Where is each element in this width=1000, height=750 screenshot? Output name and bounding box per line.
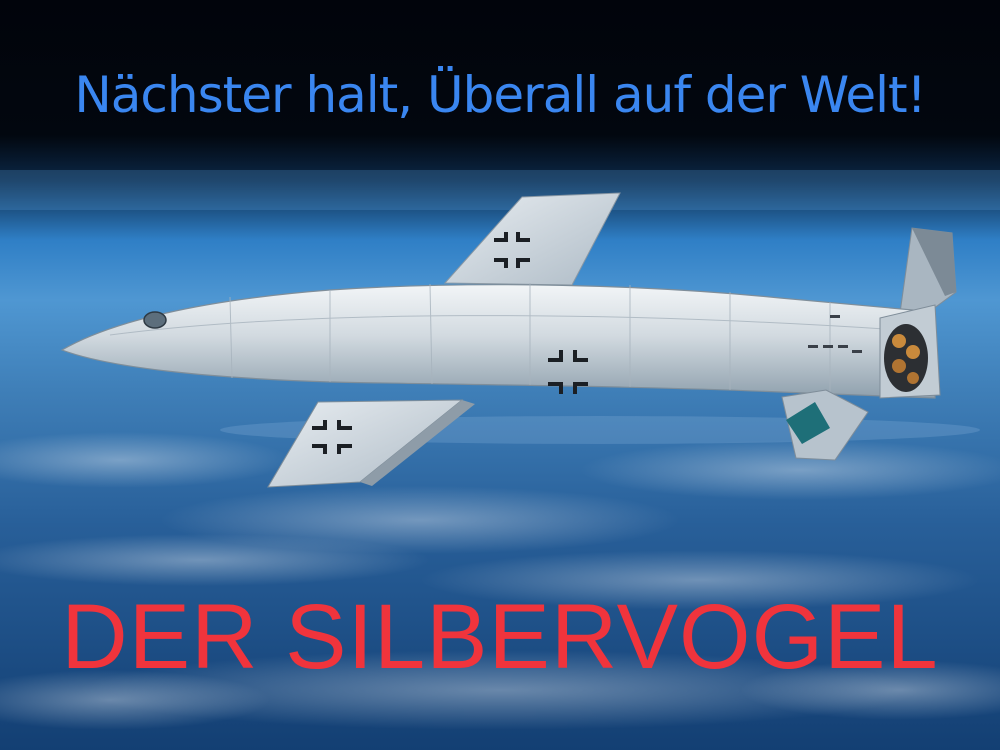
atmosphere-glow	[0, 170, 1000, 210]
headline-text: Nächster halt, Überall auf der Welt!	[74, 66, 926, 124]
roundel-icon	[143, 311, 167, 329]
rocket-nozzle-icon	[884, 324, 928, 392]
poster-title: DER SILBERVOGEL	[61, 586, 939, 688]
poster: Nächster halt, Überall auf der Welt! DER…	[0, 0, 1000, 750]
